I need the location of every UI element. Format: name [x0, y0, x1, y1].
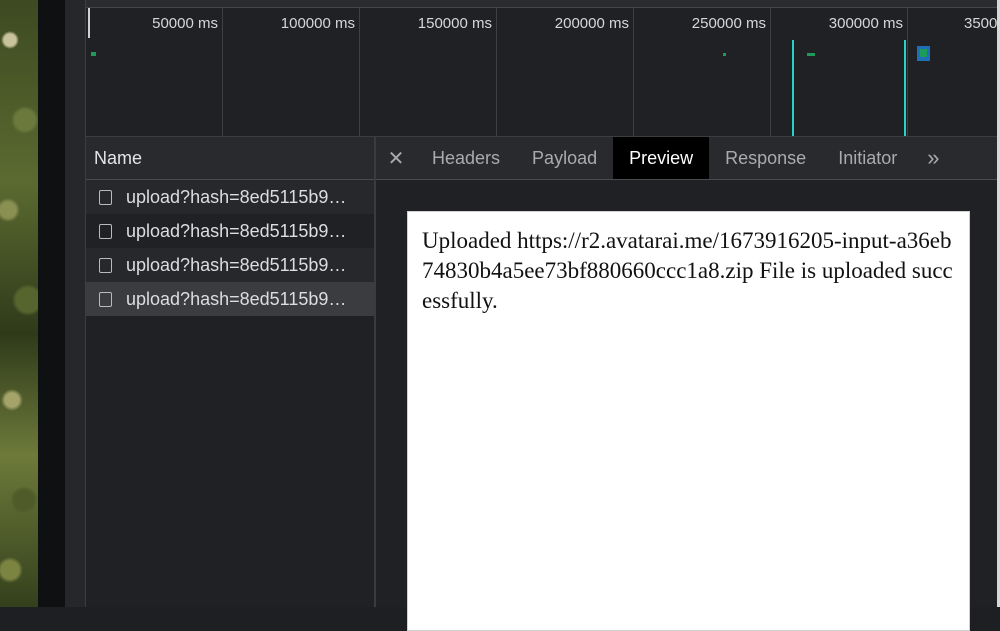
- network-overview-timeline[interactable]: 50000 ms 100000 ms 150000 ms 200000 ms 2…: [86, 8, 1000, 137]
- request-row[interactable]: upload?hash=8ed5115b9…: [86, 248, 374, 282]
- request-bar: [920, 49, 927, 57]
- request-row[interactable]: upload?hash=8ed5115b9…: [86, 214, 374, 248]
- tick-label-150000: 150000 ms: [417, 15, 492, 32]
- request-name: upload?hash=8ed5115b9…: [126, 186, 347, 207]
- name-column-header[interactable]: Name: [86, 137, 374, 180]
- tick-label-100000: 100000 ms: [280, 15, 355, 32]
- detail-tabbar: ✕ Headers Payload Preview Response Initi…: [376, 137, 1000, 180]
- event-marker-line: [792, 40, 794, 136]
- request-name: upload?hash=8ed5115b9…: [126, 254, 347, 275]
- tick-label-300000: 300000 ms: [828, 15, 903, 32]
- request-name: upload?hash=8ed5115b9…: [126, 288, 347, 309]
- tab-headers[interactable]: Headers: [416, 137, 516, 179]
- request-list: upload?hash=8ed5115b9… upload?hash=8ed51…: [86, 180, 374, 316]
- window-bezel: [38, 0, 65, 607]
- preview-frame: Uploaded https://r2.avatarai.me/16739162…: [407, 211, 970, 631]
- request-name: upload?hash=8ed5115b9…: [126, 220, 347, 241]
- file-icon: [99, 257, 112, 273]
- request-row-selected[interactable]: upload?hash=8ed5115b9…: [86, 282, 374, 316]
- request-detail-panel: ✕ Headers Payload Preview Response Initi…: [376, 137, 1000, 631]
- timeline-start-marker: [88, 8, 90, 38]
- tick-line: [633, 8, 634, 136]
- tick-label-200000: 200000 ms: [554, 15, 629, 32]
- file-icon: [99, 189, 112, 205]
- request-bar: [723, 53, 726, 56]
- request-list-panel: Name upload?hash=8ed5115b9… upload?hash=…: [86, 137, 376, 607]
- tab-preview[interactable]: Preview: [613, 137, 710, 179]
- tick-line: [222, 8, 223, 136]
- more-tabs-icon[interactable]: »: [913, 137, 939, 179]
- request-bar: [91, 52, 96, 56]
- file-icon: [99, 223, 112, 239]
- tick-label-350000: 3500: [964, 15, 998, 32]
- tick-line: [907, 8, 908, 136]
- event-marker-line: [904, 40, 906, 136]
- toolbar-edge: [86, 0, 1000, 8]
- tick-line: [496, 8, 497, 136]
- tab-initiator[interactable]: Initiator: [822, 137, 913, 179]
- sidebar-gutter: [65, 0, 85, 607]
- request-row[interactable]: upload?hash=8ed5115b9…: [86, 180, 374, 214]
- tab-payload[interactable]: Payload: [516, 137, 613, 179]
- tab-response[interactable]: Response: [709, 137, 822, 179]
- preview-body-text: Uploaded https://r2.avatarai.me/16739162…: [422, 228, 953, 313]
- close-icon[interactable]: ✕: [376, 137, 416, 179]
- request-bar: [807, 53, 815, 56]
- tick-line: [359, 8, 360, 136]
- tick-label-250000: 250000 ms: [691, 15, 766, 32]
- devtools-network-panel: 50000 ms 100000 ms 150000 ms 200000 ms 2…: [85, 0, 1000, 631]
- desktop-background: [0, 0, 38, 607]
- file-icon: [99, 291, 112, 307]
- tick-label-50000: 50000 ms: [152, 15, 218, 32]
- tick-line: [770, 8, 771, 136]
